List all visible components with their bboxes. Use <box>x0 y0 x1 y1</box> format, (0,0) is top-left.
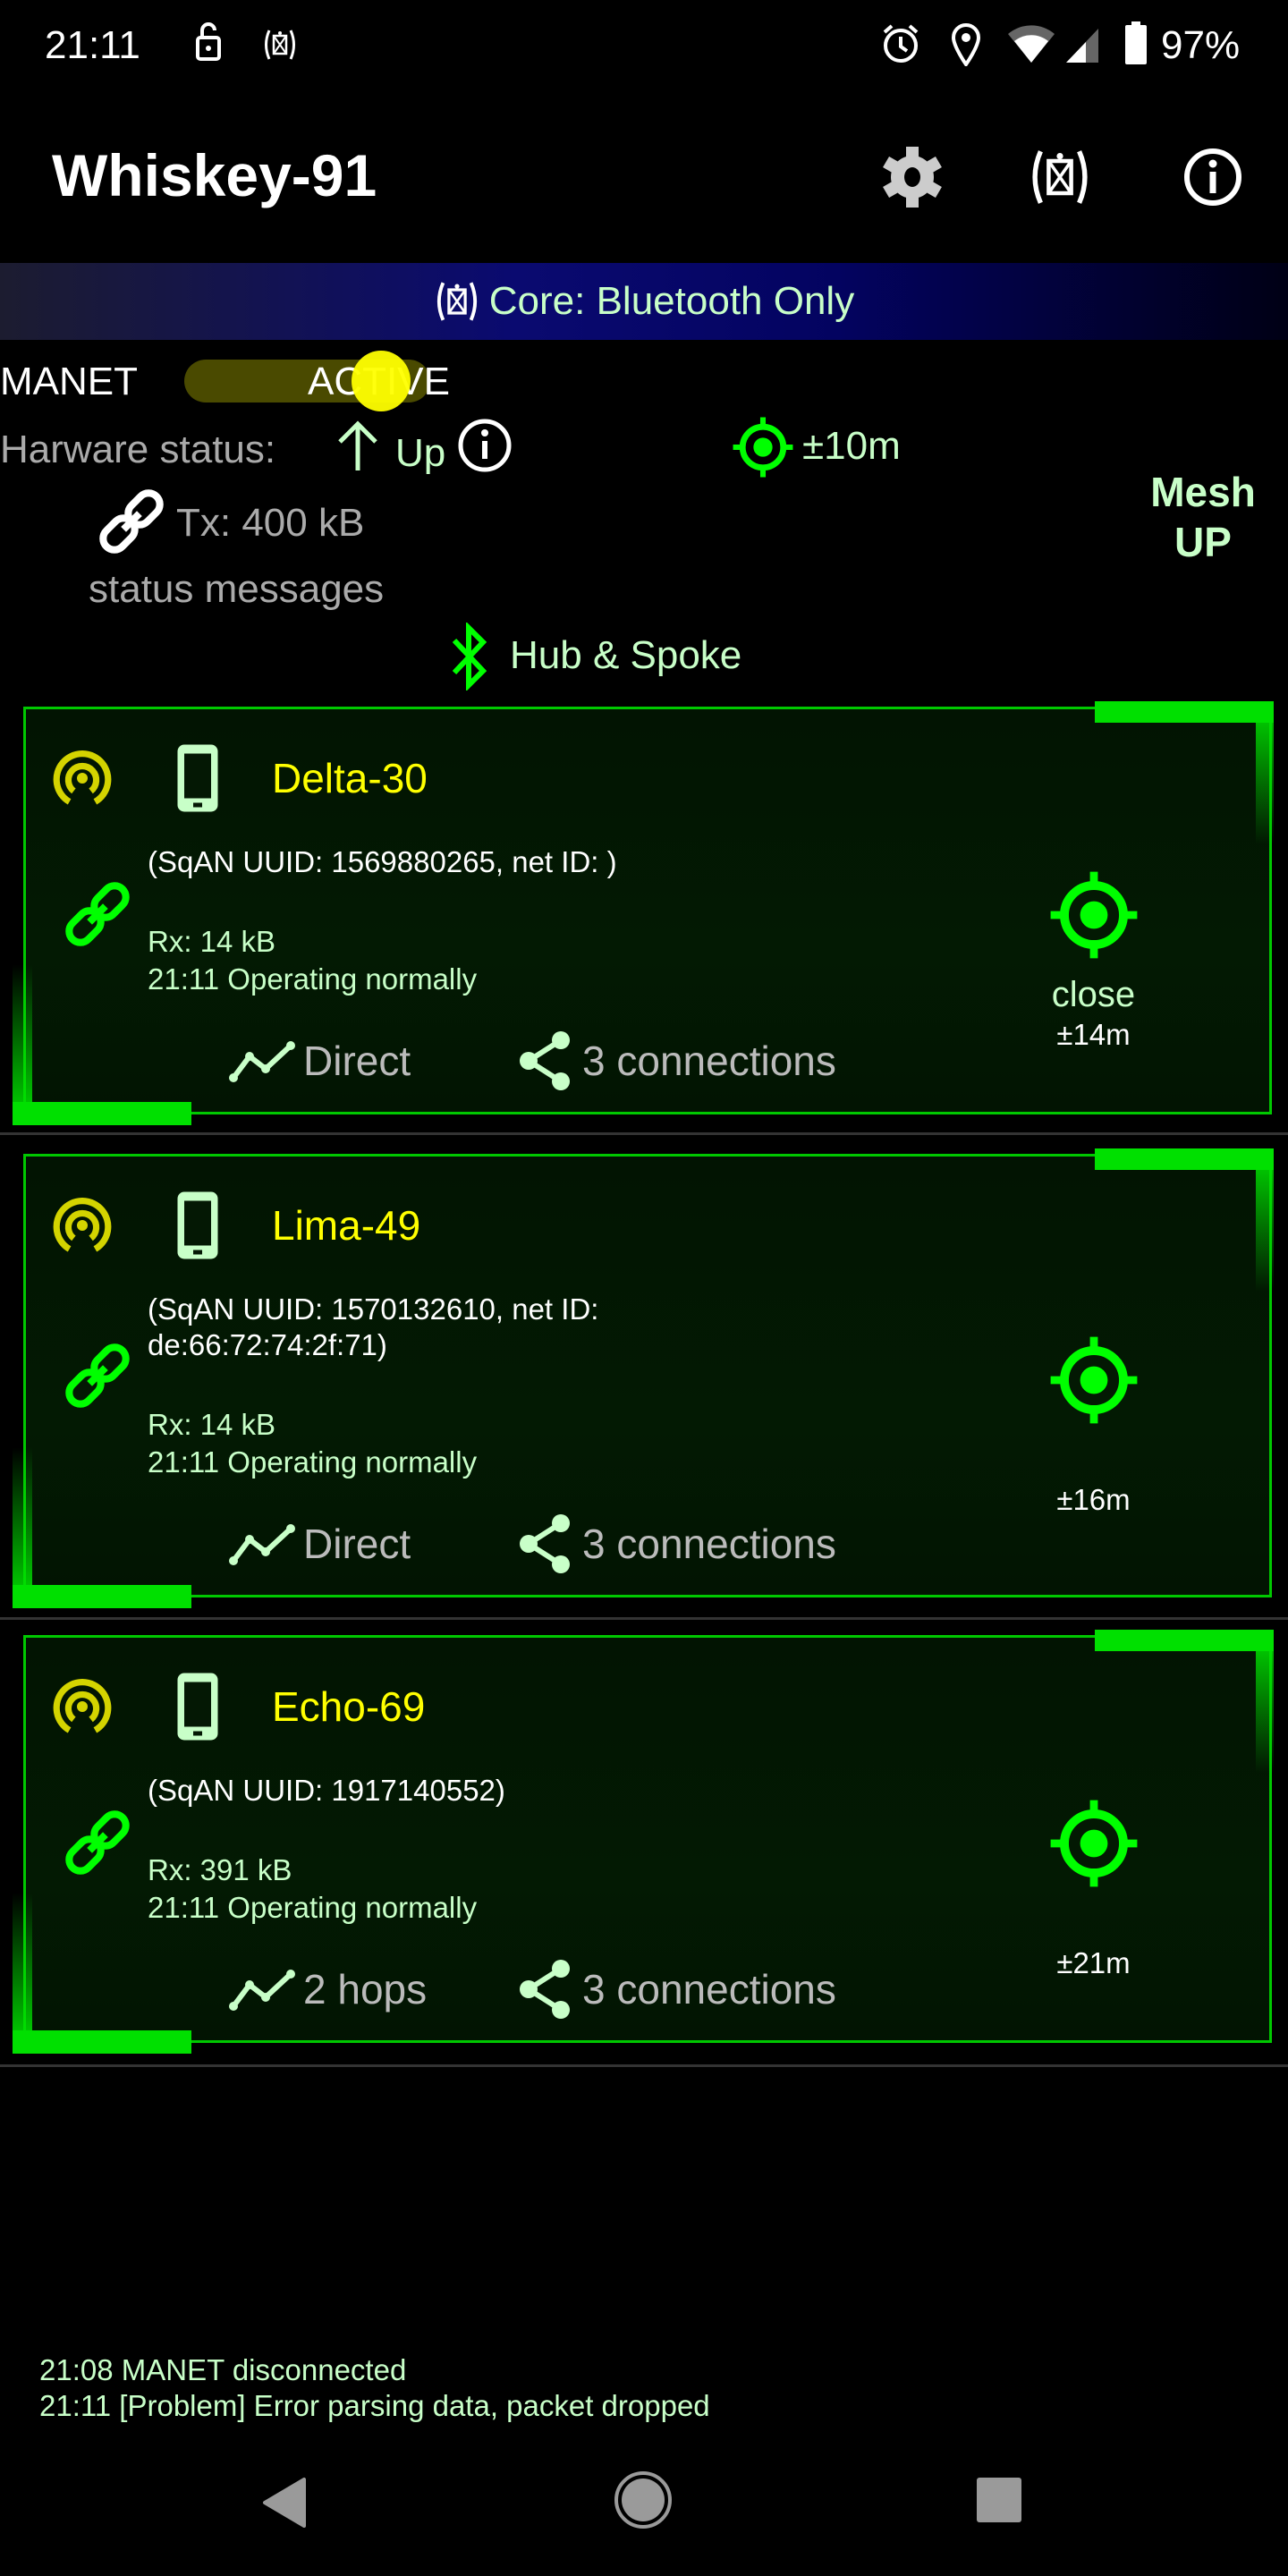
device-name: Lima-49 <box>272 1202 421 1249</box>
route-icon <box>228 1967 300 2012</box>
share-icon <box>514 1030 577 1092</box>
divider <box>0 1617 1288 1620</box>
info-button[interactable] <box>1177 141 1249 213</box>
settings-button[interactable] <box>877 141 948 213</box>
location-icon <box>951 23 981 66</box>
core-mode-text: Core: Bluetooth Only <box>488 279 855 323</box>
phone-icon <box>175 742 220 814</box>
manet-label: MANET <box>0 360 138 403</box>
share-icon <box>514 1513 577 1575</box>
target-icon[interactable] <box>1045 1331 1143 1429</box>
device-uuid: (SqAN UUID: 1570132610, net ID: de:66:72… <box>148 1292 599 1361</box>
mesh-label: Mesh <box>1150 469 1256 515</box>
device-name: Delta-30 <box>272 755 428 801</box>
bluetooth-icon <box>452 623 487 691</box>
gear-icon <box>883 147 942 208</box>
antenna-icon <box>50 1193 114 1258</box>
antenna-icon <box>50 746 114 810</box>
signal-icon <box>1066 29 1098 63</box>
device-uuid: (SqAN UUID: 1917140552) <box>148 1774 505 1807</box>
device-route: 2 hops <box>303 1966 428 2012</box>
antenna-icon <box>50 1674 114 1739</box>
device-accuracy: ±21m <box>1056 1946 1131 1979</box>
target-icon <box>729 413 797 481</box>
topology-text: Hub & Spoke <box>510 633 742 677</box>
alarm-icon <box>883 24 919 63</box>
route-icon <box>228 1521 300 1566</box>
device-card[interactable]: Delta-30 (SqAN UUID: 1569880265, net ID:… <box>0 701 1288 1125</box>
core-banner[interactable]: Core: Bluetooth Only <box>0 263 1288 340</box>
lock-open-icon <box>196 22 221 61</box>
mesh-state: UP <box>1174 519 1232 565</box>
log-entry: 21:08 MANET disconnected <box>39 2353 407 2386</box>
radio-envelope-icon <box>258 27 302 63</box>
battery-icon <box>1125 21 1147 64</box>
device-proximity <box>1020 1900 1167 1946</box>
target-icon[interactable] <box>1045 866 1143 964</box>
radio-envelope-icon <box>1024 145 1096 209</box>
device-accuracy: ±16m <box>1056 1483 1131 1516</box>
device-accuracy: ±14m <box>1056 1018 1131 1051</box>
device-name: Echo-69 <box>272 1683 426 1730</box>
divider <box>0 2064 1288 2067</box>
arrow-up-icon <box>338 420 377 470</box>
device-card[interactable]: Echo-69 (SqAN UUID: 1917140552) Rx: 391 … <box>0 1630 1288 2054</box>
device-route: Direct <box>303 1521 411 1567</box>
status-time: 21:11 <box>45 23 140 67</box>
divider <box>0 1132 1288 1135</box>
device-uuid: (SqAN UUID: 1569880265, net ID: ) <box>148 845 617 878</box>
link-icon <box>57 1335 138 1416</box>
recents-button[interactable] <box>977 2478 1021 2522</box>
link-icon <box>91 481 172 562</box>
phone-icon <box>175 1671 220 1742</box>
device-connections: 3 connections <box>582 1966 836 2012</box>
device-proximity: close <box>1051 975 1136 1014</box>
status-messages-link[interactable]: status messages <box>89 567 384 612</box>
status-bar: 21:11 97% <box>0 0 1288 89</box>
phone-icon <box>175 1190 220 1261</box>
info-icon[interactable] <box>456 417 513 474</box>
tx-bytes: Tx: 400 kB <box>176 501 365 545</box>
manet-toggle-thumb[interactable] <box>352 351 411 411</box>
wifi-icon <box>1008 25 1055 63</box>
target-icon[interactable] <box>1045 1794 1143 1893</box>
app-title: Whiskey-91 <box>52 142 377 208</box>
device-proximity <box>1020 1436 1167 1483</box>
log-entry: 21:11 [Problem] Error parsing data, pack… <box>39 2389 710 2422</box>
hardware-status-value: Up <box>395 431 446 475</box>
device-card[interactable]: Lima-49 (SqAN UUID: 1570132610, net ID: … <box>0 1148 1288 1608</box>
mesh-status: Mesh UP <box>1145 467 1261 567</box>
battery-percent: 97% <box>1161 23 1241 67</box>
info-icon <box>1184 148 1241 206</box>
back-button[interactable] <box>259 2476 309 2529</box>
link-icon <box>57 874 138 954</box>
home-button[interactable] <box>614 2470 673 2529</box>
radio-envelope-icon <box>434 278 480 325</box>
event-log: 21:08 MANET disconnected 21:11 [Problem]… <box>39 2352 710 2424</box>
device-route: Direct <box>303 1038 411 1084</box>
location-accuracy: ±10m <box>802 424 901 468</box>
device-connections: 3 connections <box>582 1521 836 1567</box>
hardware-status-label: Harware status: <box>0 428 276 471</box>
route-icon <box>228 1038 300 1083</box>
device-connections: 3 connections <box>582 1038 836 1084</box>
link-icon <box>57 1802 138 1883</box>
core-button[interactable] <box>1024 145 1096 209</box>
share-icon <box>514 1958 577 2021</box>
